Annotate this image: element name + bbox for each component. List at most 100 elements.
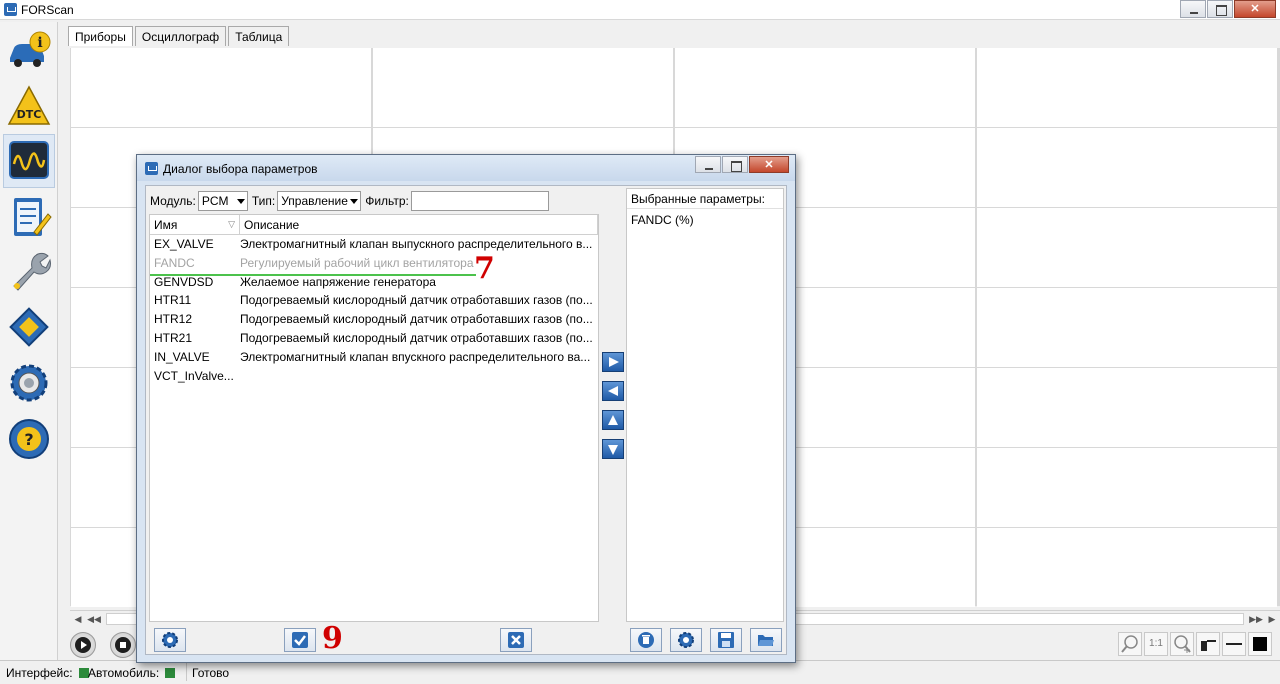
zoom-toolbar: 1:1 (1118, 632, 1272, 656)
scroll-right-icon[interactable]: ▶ (1264, 612, 1280, 626)
checkmark-icon (292, 632, 308, 648)
ok-button[interactable] (284, 628, 316, 652)
column-name-label: Имя (154, 218, 178, 232)
move-down-button[interactable] (602, 439, 624, 459)
module-label: Модуль: (150, 194, 196, 208)
help-button[interactable]: ? (3, 412, 55, 466)
gauge-cell[interactable] (977, 208, 1277, 287)
tab-oscilloscope[interactable]: Осциллограф (134, 26, 227, 46)
annotation-9: 9 (322, 621, 343, 656)
move-buttons (602, 352, 624, 468)
gauge-cell[interactable] (977, 448, 1277, 527)
maximize-button[interactable] (1207, 0, 1233, 18)
parameter-name: HTR12 (154, 312, 193, 327)
close-button[interactable] (1234, 0, 1276, 18)
interface-status: Интерфейс: (6, 666, 93, 680)
type-label: Тип: (251, 194, 276, 208)
gauge-cell[interactable] (977, 368, 1277, 447)
folder-open-icon (758, 635, 774, 646)
stop-icon (115, 637, 131, 653)
filter-row: Модуль: PCM Тип: Управление Фильтр: (150, 190, 549, 212)
parameter-row[interactable]: EX_VALVE Электромагнитный клапан выпускно… (150, 235, 598, 254)
parameter-list-header: Имя ▽ Описание (150, 215, 598, 235)
configuration-button[interactable] (3, 244, 55, 298)
parameter-description: Электромагнитный клапан впускного распре… (240, 349, 591, 364)
type-select[interactable]: Управление (277, 191, 362, 211)
stop-button[interactable] (110, 632, 136, 658)
service-button[interactable] (3, 190, 55, 244)
save-button[interactable] (710, 628, 742, 652)
gauge-cell[interactable] (977, 528, 1277, 607)
parameter-description: Подогреваемый кислородный датчик отработ… (240, 330, 593, 345)
settings-button[interactable] (3, 356, 55, 410)
line-button[interactable] (1222, 632, 1246, 656)
dialog-maximize-button[interactable] (722, 156, 748, 173)
move-up-button[interactable] (602, 410, 624, 430)
dialog-settings-button[interactable] (154, 628, 186, 652)
clear-button[interactable] (630, 628, 662, 652)
oscilloscope-button[interactable] (3, 134, 55, 188)
modules-button[interactable] (3, 300, 55, 354)
parameter-name: HTR11 (154, 293, 192, 308)
tab-gauges[interactable]: Приборы (68, 26, 133, 46)
square-icon (1253, 637, 1267, 651)
play-button[interactable] (70, 632, 96, 658)
highlight-underline (150, 274, 476, 276)
filter-input[interactable] (410, 191, 549, 211)
add-parameter-button[interactable] (602, 352, 624, 372)
dialog-title-bar[interactable]: Диалог выбора параметров (137, 155, 795, 181)
cancel-button[interactable] (500, 628, 532, 652)
scroll-left-icon[interactable]: ◀ (70, 612, 86, 626)
interface-label: Интерфейс: (6, 666, 73, 680)
open-button[interactable] (750, 628, 782, 652)
help-icon: ? (9, 419, 49, 459)
dialog-close-button[interactable] (749, 156, 789, 173)
svg-text:DTC: DTC (17, 108, 42, 121)
window-title: FORScan (21, 3, 74, 17)
dtc-icon: DTC (7, 85, 51, 125)
gauge-cell[interactable] (977, 48, 1277, 127)
chevron-down-icon (350, 199, 359, 204)
zoom-in-button[interactable] (1170, 632, 1194, 656)
zoom-out-button[interactable] (1118, 632, 1142, 656)
marker-button[interactable] (1196, 632, 1220, 656)
column-header-description[interactable]: Описание (240, 215, 598, 234)
parameter-description: Электромагнитный клапан выпускного распр… (240, 237, 593, 251)
dialog-title: Диалог выбора параметров (163, 162, 318, 176)
gauge-cell[interactable] (675, 48, 975, 127)
remove-parameter-button[interactable] (602, 381, 624, 401)
parameter-row[interactable]: HTR11 Подогреваемый кислородный датчик от… (150, 291, 598, 310)
gauge-cell[interactable] (977, 288, 1277, 367)
parameter-row[interactable]: HTR12 Подогреваемый кислородный датчик от… (150, 310, 598, 329)
parameter-row-selected[interactable]: FANDC Регулируемый рабочий цикл вентилято… (150, 254, 598, 273)
module-select[interactable]: PCM (197, 191, 248, 211)
view-tabs: Приборы Осциллограф Таблица (68, 26, 291, 46)
gauge-cell[interactable] (71, 48, 371, 127)
selected-parameters-panel: Выбранные параметры: FANDC (%) (626, 188, 784, 622)
selected-parameter-item[interactable]: FANDC (%) (627, 209, 783, 227)
dtc-button[interactable]: DTC (3, 80, 55, 134)
chevron-down-icon (236, 199, 245, 204)
trash-icon (638, 632, 654, 648)
scroll-first-icon[interactable]: ◀◀ (86, 612, 102, 626)
marker-icon (1201, 640, 1216, 651)
car-info-icon: i (10, 31, 51, 67)
column-header-name[interactable]: Имя ▽ (150, 215, 240, 234)
tab-table[interactable]: Таблица (228, 26, 290, 46)
settings-button[interactable] (670, 628, 702, 652)
parameter-row[interactable]: VCT_InValve... (150, 367, 598, 386)
main-title-bar: FORScan (0, 0, 1280, 20)
dialog-minimize-button[interactable] (695, 156, 721, 173)
module-value: PCM (201, 194, 229, 208)
play-icon (75, 637, 91, 653)
zoom-reset-button[interactable]: 1:1 (1144, 632, 1168, 656)
parameter-row[interactable]: IN_VALVE Электромагнитный клапан впускног… (150, 348, 598, 367)
gauge-cell[interactable] (373, 48, 673, 127)
annotation-7: 7 (474, 251, 495, 286)
parameter-row[interactable]: HTR21 Подогреваемый кислородный датчик от… (150, 329, 598, 348)
scroll-last-icon[interactable]: ▶▶ (1248, 612, 1264, 626)
gauge-cell[interactable] (977, 128, 1277, 207)
block-button[interactable] (1248, 632, 1272, 656)
minimize-button[interactable] (1180, 0, 1206, 18)
vehicle-info-button[interactable]: i (3, 24, 55, 78)
